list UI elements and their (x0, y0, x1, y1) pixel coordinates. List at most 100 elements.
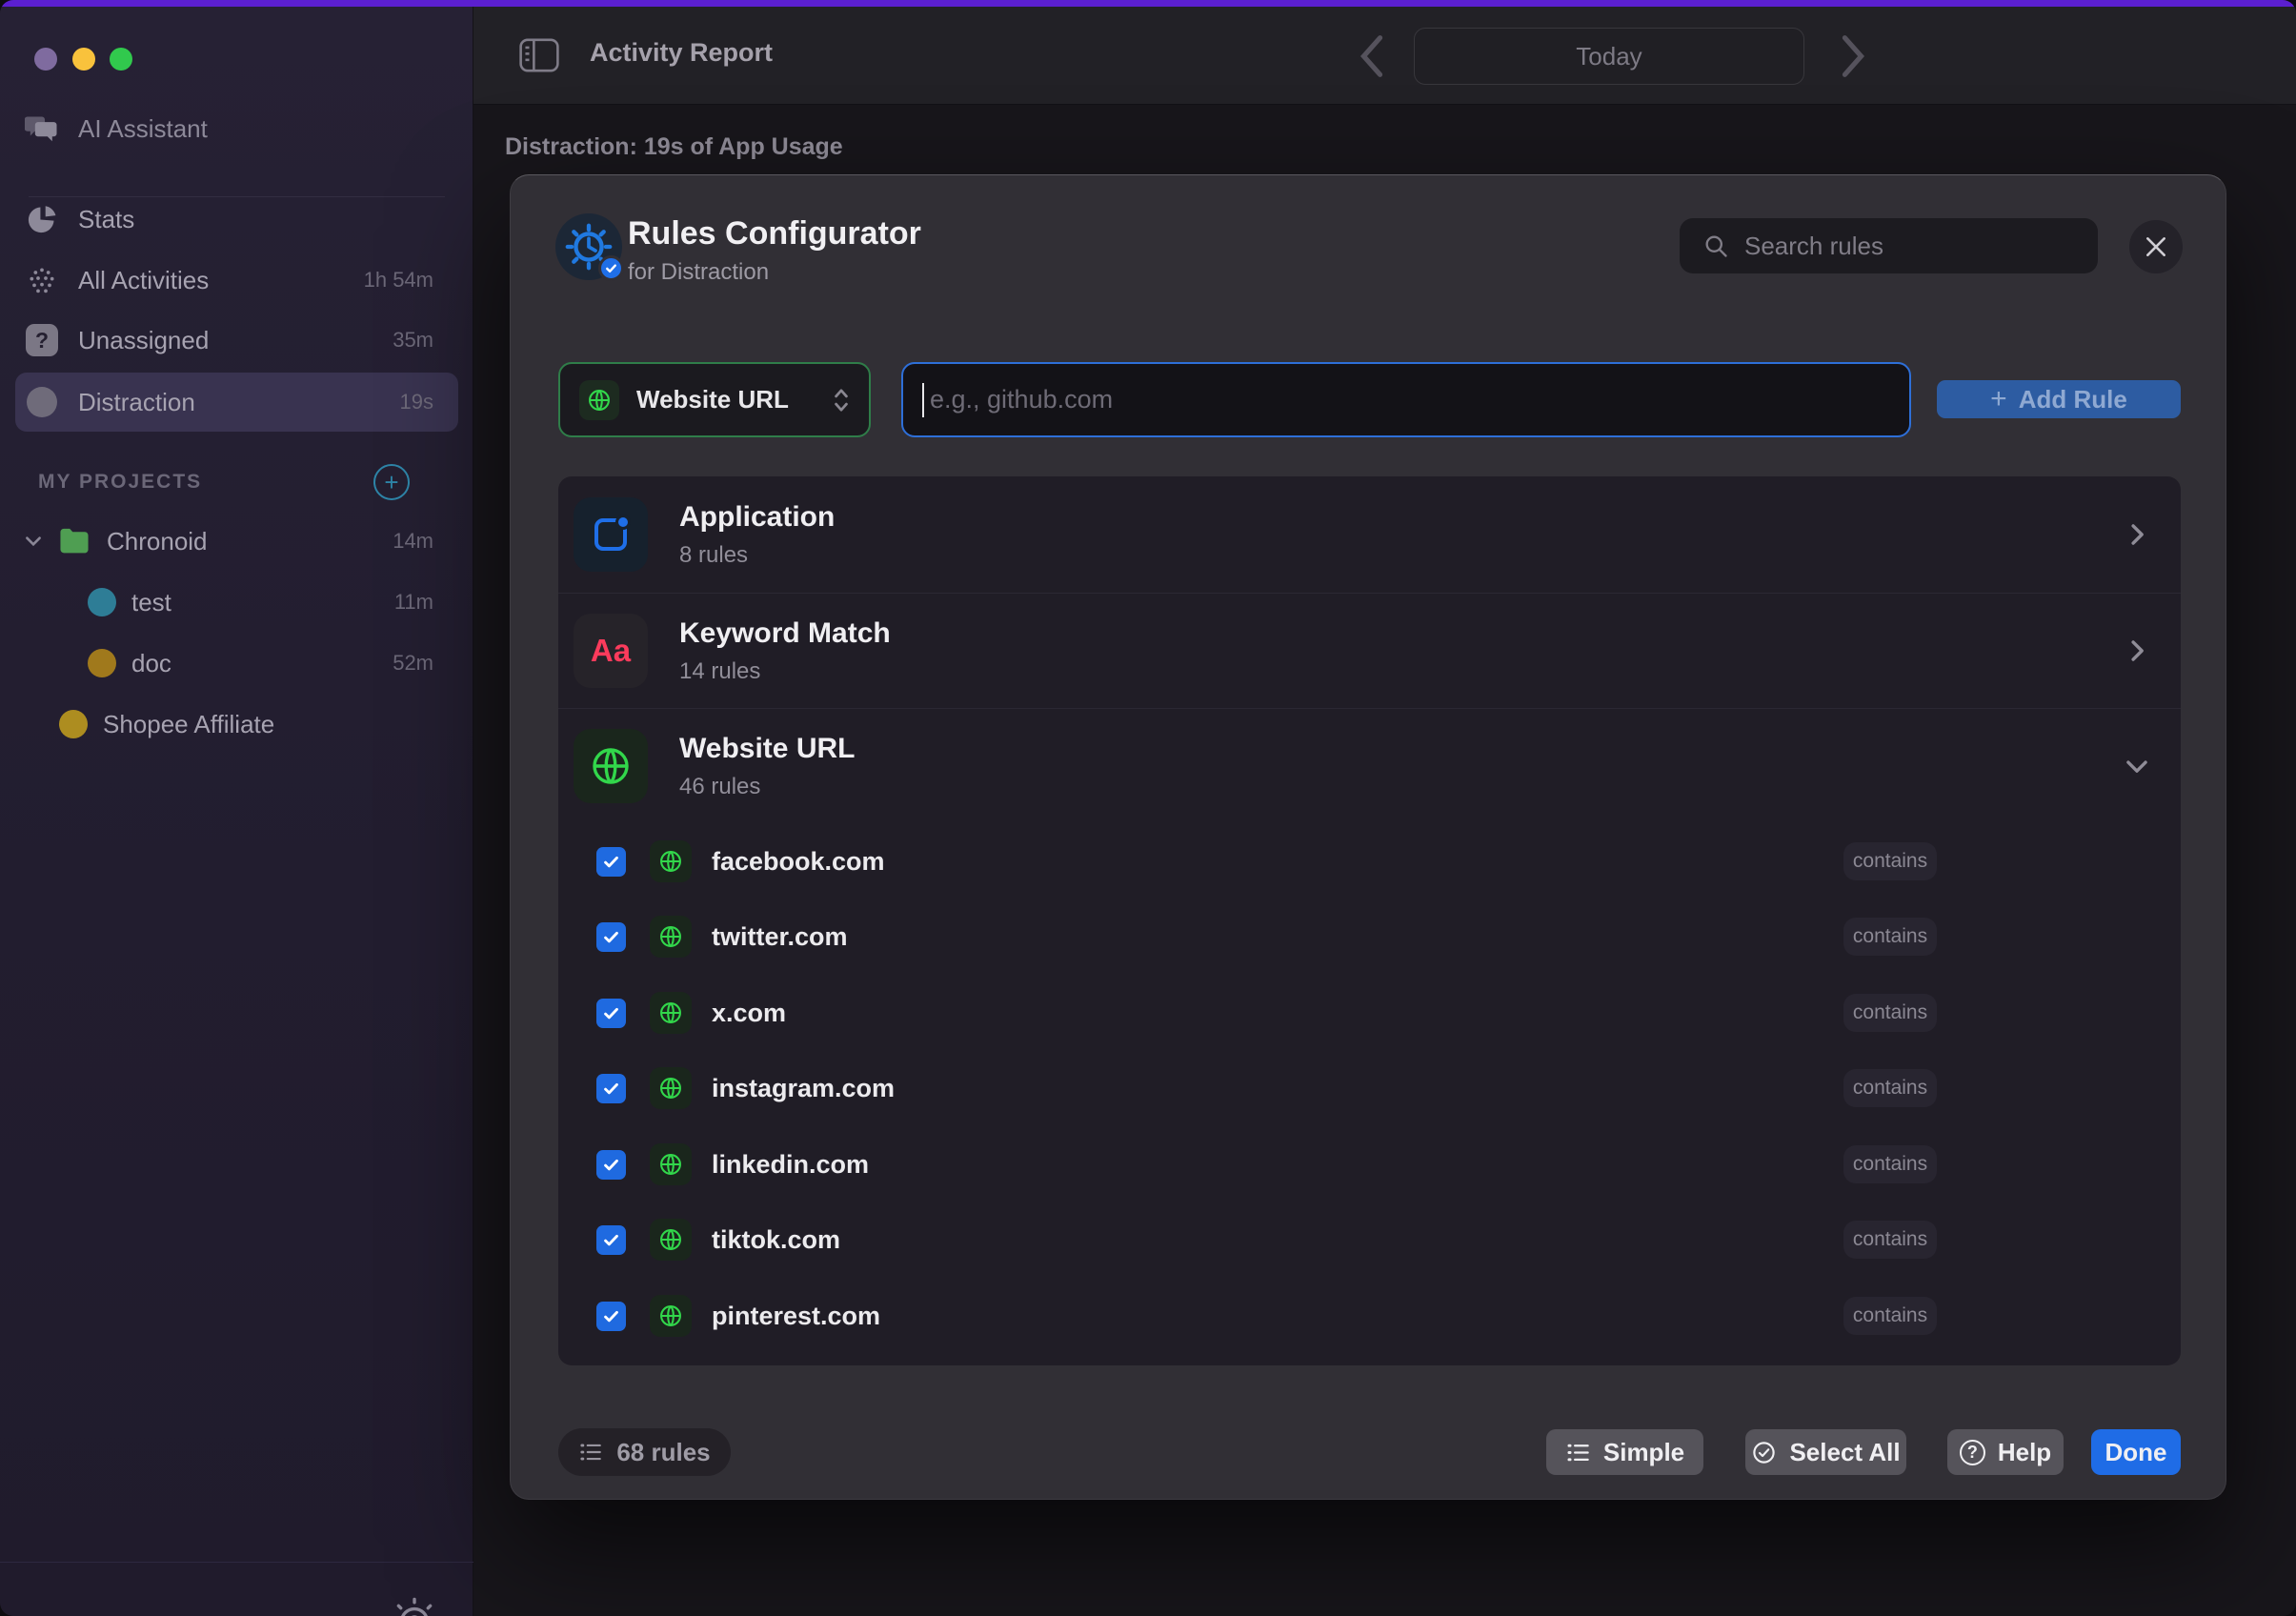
simple-view-button[interactable]: Simple (1546, 1429, 1703, 1475)
sidebar-project-test[interactable]: test 11m (15, 573, 458, 632)
rule-row[interactable]: facebook.com contains (558, 823, 2181, 899)
rule-domain: instagram.com (712, 1074, 895, 1103)
rule-domain: linkedin.com (712, 1150, 869, 1180)
rule-type-value: Website URL (636, 385, 789, 414)
category-keyword-match[interactable]: Aa Keyword Match 14 rules (558, 594, 2181, 708)
rule-row[interactable]: twitter.com contains (558, 899, 2181, 975)
traffic-light-minimize[interactable] (72, 48, 95, 71)
rule-checkbox[interactable] (596, 1150, 626, 1180)
globe-icon (650, 1295, 692, 1337)
add-project-button[interactable]: + (373, 464, 410, 500)
sidebar-toggle-icon[interactable] (519, 36, 559, 74)
chevron-down-icon (2125, 754, 2149, 778)
app-window: AI Assistant Stats All A (0, 0, 2296, 1616)
rule-domain: tiktok.com (712, 1225, 840, 1255)
next-day-button[interactable] (1839, 31, 1867, 81)
project-label: Chronoid (107, 527, 208, 556)
search-rules-input[interactable] (1742, 231, 2098, 262)
globe-icon (650, 1143, 692, 1185)
today-button[interactable]: Today (1414, 28, 1804, 85)
list-icon (1565, 1440, 1591, 1465)
check-circle-icon (1751, 1440, 1777, 1465)
close-icon (2144, 234, 2168, 259)
previous-day-button[interactable] (1358, 31, 1386, 81)
sidebar-project-chronoid[interactable]: Chronoid 14m (15, 512, 458, 571)
help-button[interactable]: ? Help (1947, 1429, 2064, 1475)
rule-domain: twitter.com (712, 922, 848, 952)
project-label: test (131, 588, 171, 617)
url-input[interactable] (928, 384, 1909, 415)
sidebar: AI Assistant Stats All A (0, 7, 473, 1616)
traffic-light-zoom[interactable] (110, 48, 132, 71)
sidebar-item-stats[interactable]: Stats (15, 190, 458, 249)
rule-row[interactable]: pinterest.com contains (558, 1278, 2181, 1354)
traffic-light-close[interactable] (34, 48, 57, 71)
rules-configurator-dialog: Rules Configurator for Distraction Websi… (510, 174, 2226, 1500)
settings-gear-icon[interactable] (389, 1596, 440, 1616)
select-all-button[interactable]: Select All (1745, 1429, 1906, 1475)
add-rule-button[interactable]: + Add Rule (1937, 380, 2181, 418)
category-name: Application (679, 501, 835, 534)
today-label: Today (1576, 42, 1641, 71)
projects-header: MY PROJECTS + (38, 466, 438, 498)
rule-row[interactable]: x.com contains (558, 975, 2181, 1051)
sidebar-project-doc[interactable]: doc 52m (15, 634, 458, 693)
chevron-up-down-icon (831, 386, 852, 414)
match-type-badge: contains (1843, 918, 1937, 956)
rule-checkbox[interactable] (596, 1225, 626, 1255)
folder-icon (57, 526, 91, 556)
list-icon (578, 1440, 603, 1464)
rule-checkbox[interactable] (596, 1302, 626, 1331)
rule-type-dropdown[interactable]: Website URL (558, 362, 871, 437)
globe-icon (574, 729, 648, 803)
url-input-field[interactable] (901, 362, 1911, 437)
done-button[interactable]: Done (2091, 1429, 2181, 1475)
ai-assistant-label: AI Assistant (78, 114, 208, 144)
check-badge-icon (598, 255, 624, 281)
main-header: Activity Report Today (473, 7, 2296, 105)
application-icon (574, 497, 648, 572)
rule-checkbox[interactable] (596, 999, 626, 1028)
category-website-url[interactable]: Website URL 46 rules (558, 709, 2181, 823)
total-rules-badge: 68 rules (558, 1428, 731, 1476)
category-name: Website URL (679, 733, 855, 765)
category-count: 8 rules (679, 542, 835, 569)
match-type-badge: contains (1843, 994, 1937, 1032)
usage-summary: Distraction: 19s of App Usage (505, 133, 843, 161)
select-all-label: Select All (1789, 1438, 1900, 1467)
keyword-match-icon: Aa (574, 614, 648, 688)
globe-icon (650, 1067, 692, 1109)
search-rules-field[interactable] (1680, 218, 2098, 273)
sidebar-item-all-activities[interactable]: All Activities 1h 54m (15, 251, 458, 310)
simple-label: Simple (1603, 1438, 1684, 1467)
rules-list: Application 8 rules Aa Keyword Match 14 … (558, 476, 2181, 1365)
pie-chart-icon (25, 202, 59, 236)
sidebar-project-shopee-affiliate[interactable]: Shopee Affiliate (15, 695, 458, 754)
close-button[interactable] (2129, 220, 2183, 273)
sidebar-item-unassigned[interactable]: ? Unassigned 35m (15, 311, 458, 370)
match-type-badge: contains (1843, 1145, 1937, 1183)
globe-icon (650, 916, 692, 958)
sidebar-item-distraction[interactable]: Distraction 19s (15, 373, 458, 432)
match-type-badge: contains (1843, 1069, 1937, 1107)
chat-bubbles-icon (25, 112, 59, 145)
rule-checkbox[interactable] (596, 922, 626, 952)
rule-checkbox[interactable] (596, 847, 626, 877)
plus-icon: + (384, 468, 398, 497)
rule-checkbox[interactable] (596, 1074, 626, 1103)
chevron-right-icon (2125, 522, 2149, 547)
sidebar-item-time: 35m (393, 328, 433, 353)
rule-row[interactable]: tiktok.com contains (558, 1202, 2181, 1278)
project-time: 14m (393, 529, 433, 554)
globe-icon (650, 992, 692, 1034)
sidebar-item-ai-assistant[interactable]: AI Assistant (15, 99, 458, 158)
category-circle-icon (25, 385, 59, 419)
add-rule-label: Add Rule (2019, 385, 2127, 414)
match-type-badge: contains (1843, 1221, 1937, 1259)
rule-row[interactable]: instagram.com contains (558, 1050, 2181, 1126)
category-application[interactable]: Application 8 rules (558, 476, 2181, 593)
project-time: 11m (394, 590, 433, 615)
rule-row[interactable]: linkedin.com contains (558, 1126, 2181, 1202)
rules-gear-badge-icon (555, 213, 622, 280)
match-type-badge: contains (1843, 1297, 1937, 1335)
